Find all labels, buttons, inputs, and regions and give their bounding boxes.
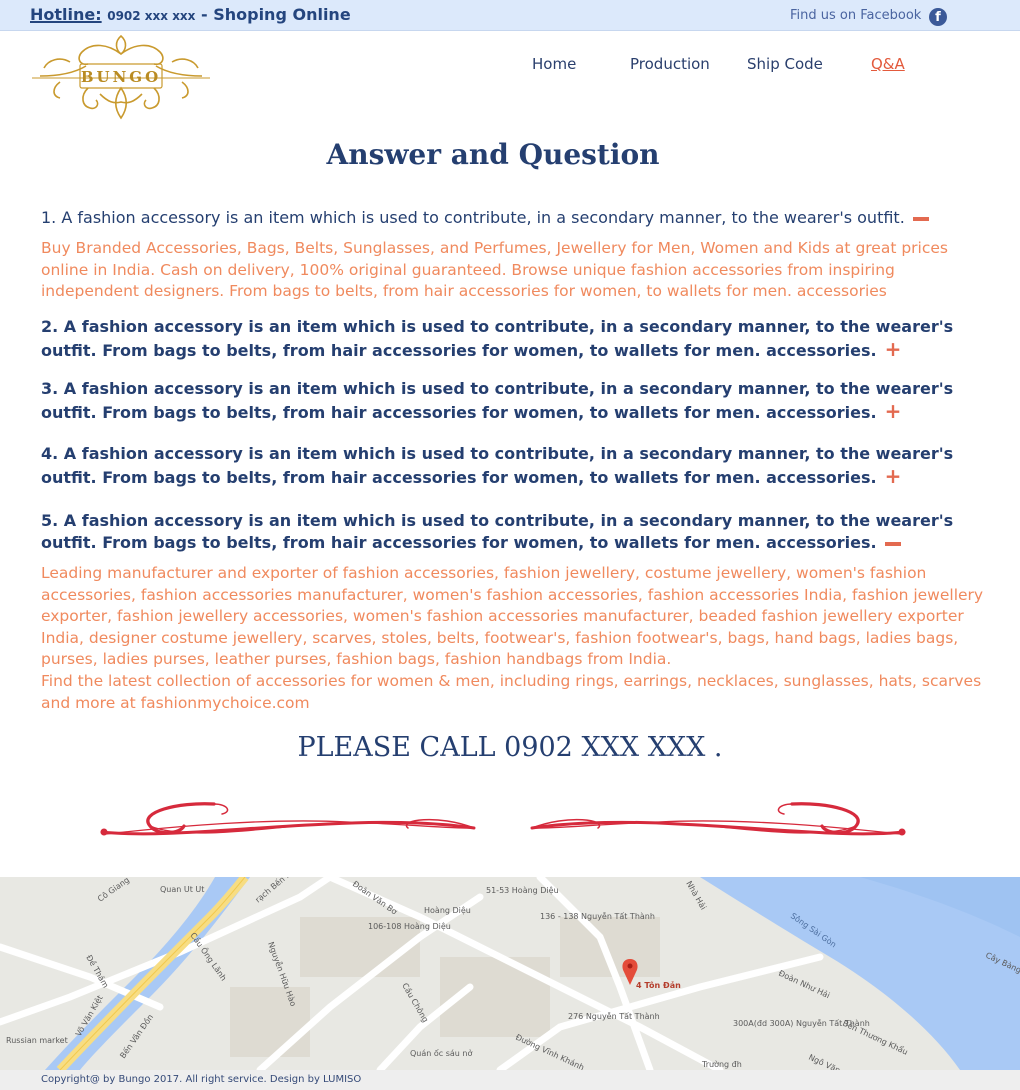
nav-ship-code[interactable]: Ship Code xyxy=(747,55,823,73)
footer: Copyright@ by Bungo 2017. All right serv… xyxy=(0,1070,1020,1090)
top-bar: Hotline: 0902 xxx xxx - Shoping Online F… xyxy=(0,0,1020,31)
facebook-icon[interactable]: f xyxy=(929,8,947,26)
map-label: Trường đh xyxy=(701,1059,742,1069)
map-label: 136 - 138 Nguyễn Tất Thành xyxy=(540,911,655,921)
map-label: Hoàng Diệu xyxy=(424,905,471,915)
facebook-link[interactable]: Find us on Facebook xyxy=(790,8,921,23)
faq-question-text: 1. A fashion accessory is an item which … xyxy=(41,208,905,227)
location-map[interactable]: Quan Ut Ut Cô Giang rạch Bến Nghé Đoàn V… xyxy=(0,877,1020,1070)
faq-question-4[interactable]: 4. A fashion accessory is an item which … xyxy=(41,443,986,489)
expand-icon[interactable]: + xyxy=(885,400,902,422)
hotline-label: Hotline: xyxy=(30,5,102,24)
faq-answer-paragraph: Find the latest collection of accessorie… xyxy=(41,671,982,712)
faq-question-text: 5. A fashion accessory is an item which … xyxy=(41,511,954,552)
nav-production[interactable]: Production xyxy=(630,55,710,73)
decorative-swash-icon xyxy=(100,802,906,836)
hotline-tagline: - Shoping Online xyxy=(201,5,351,24)
collapse-icon[interactable] xyxy=(884,541,901,546)
logo-text: BUNGO xyxy=(80,68,162,86)
logo[interactable]: BUNGO xyxy=(30,32,212,122)
faq-question-text: 3. A fashion accessory is an item which … xyxy=(41,379,954,422)
nav-home[interactable]: Home xyxy=(532,55,576,73)
map-label: 106-108 Hoàng Diệu xyxy=(368,921,451,931)
map-label: Quán ốc sáu nở xyxy=(410,1048,472,1058)
map-label: Quan Ut Ut xyxy=(160,885,204,894)
page-title: Answer and Question xyxy=(326,138,660,171)
hotline-phone[interactable]: 0902 xxx xxx xyxy=(107,9,195,23)
hotline: Hotline: 0902 xxx xxx - Shoping Online xyxy=(30,5,351,24)
faq-question-3[interactable]: 3. A fashion accessory is an item which … xyxy=(41,378,986,424)
map-graphic: Quan Ut Ut Cô Giang rạch Bến Nghé Đoàn V… xyxy=(0,877,1020,1070)
call-to-action: PLEASE CALL 0902 XXX XXX . xyxy=(297,732,723,763)
map-label: 4 Tôn Đản xyxy=(636,980,681,990)
faq-question-text: 2. A fashion accessory is an item which … xyxy=(41,317,954,360)
map-label: Russian market xyxy=(6,1036,68,1045)
faq-answer-1: Buy Branded Accessories, Bags, Belts, Su… xyxy=(41,239,948,301)
nav-qa[interactable]: Q&A xyxy=(871,55,905,73)
faq-answer-5: Leading manufacturer and exporter of fas… xyxy=(41,563,986,714)
faq-question-1[interactable]: 1. A fashion accessory is an item which … xyxy=(41,207,986,229)
faq-question-5[interactable]: 5. A fashion accessory is an item which … xyxy=(41,510,986,554)
expand-icon[interactable]: + xyxy=(885,338,902,360)
faq-answer-paragraph: Leading manufacturer and exporter of fas… xyxy=(41,564,984,669)
expand-icon[interactable]: + xyxy=(885,465,902,487)
map-label: 51-53 Hoàng Diệu xyxy=(486,885,559,895)
copyright-text: Copyright@ by Bungo 2017. All right serv… xyxy=(41,1074,362,1085)
faq-question-2[interactable]: 2. A fashion accessory is an item which … xyxy=(41,316,986,362)
faq-question-text: 4. A fashion accessory is an item which … xyxy=(41,444,954,487)
collapse-icon[interactable] xyxy=(912,216,929,221)
map-label: 276 Nguyễn Tất Thành xyxy=(568,1011,660,1021)
